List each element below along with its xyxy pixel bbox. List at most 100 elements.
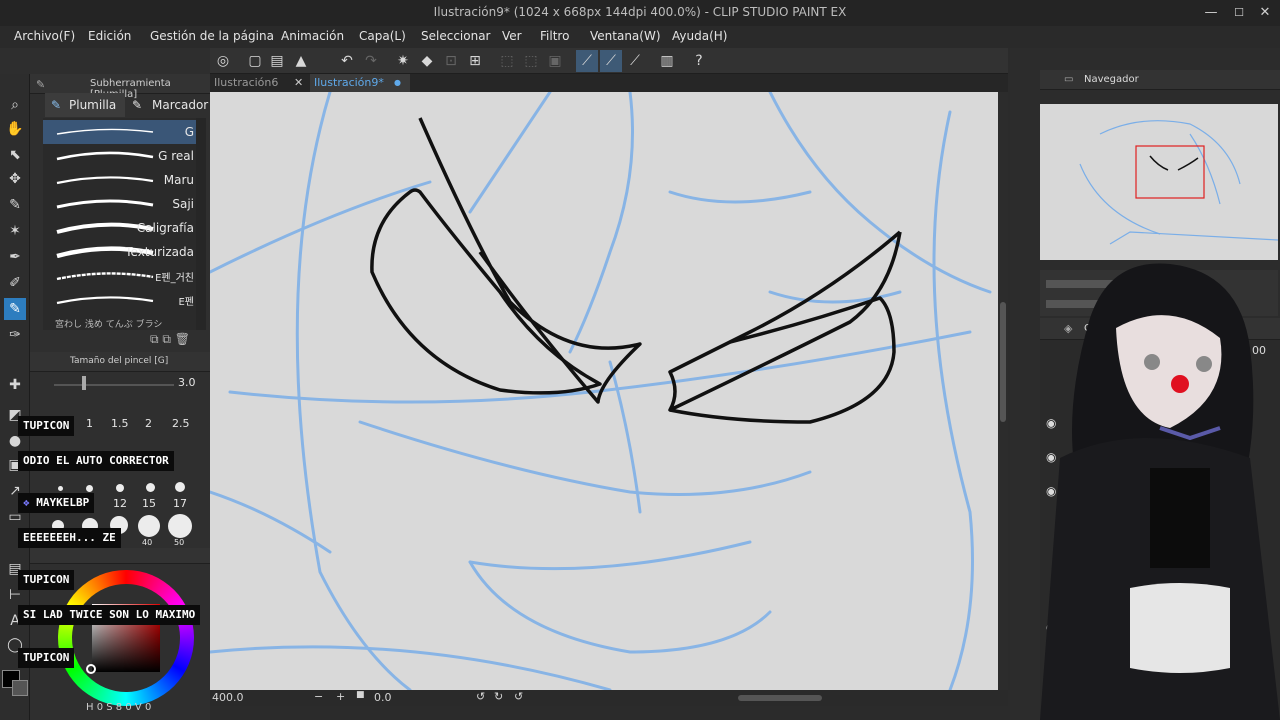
close-button[interactable]: ✕: [1254, 3, 1276, 23]
size-dot[interactable]: [86, 485, 93, 492]
size-dot[interactable]: [58, 486, 63, 491]
menu-filtro[interactable]: Filtro: [540, 29, 569, 43]
brush-list: G G real Maru Saji Caligrafía Texturizad…: [43, 118, 196, 330]
size-preset-40[interactable]: 40: [142, 538, 152, 547]
menu-seleccionar[interactable]: Seleccionar: [421, 29, 490, 43]
select-none-icon[interactable]: ⬚: [496, 50, 518, 72]
hand-icon[interactable]: ✋: [4, 118, 26, 140]
brush-list-actions[interactable]: ⧉ ⧉ 🗑: [150, 332, 190, 347]
menu-gestion-pagina[interactable]: Gestión de la página: [150, 29, 274, 43]
modified-dot-icon[interactable]: ●: [394, 74, 401, 92]
brush-icon[interactable]: ✑: [4, 324, 26, 346]
brush-item-texturizada[interactable]: Texturizada: [43, 240, 196, 264]
open-folder-icon[interactable]: ▤: [266, 50, 288, 72]
selection-border-icon[interactable]: ▣: [544, 50, 566, 72]
horizontal-scroll-thumb[interactable]: [738, 695, 822, 701]
clown-nose: [1171, 375, 1189, 393]
snap-ruler-icon[interactable]: ⟋: [576, 50, 598, 72]
menu-edicion[interactable]: Edición: [88, 29, 131, 43]
size-preset-2[interactable]: 2: [145, 417, 152, 430]
erase-icon[interactable]: ✷: [392, 50, 414, 72]
snap-special-ruler-icon[interactable]: ⟋: [600, 50, 622, 72]
maximize-button[interactable]: ☐: [1228, 3, 1250, 23]
rotate-left-icon[interactable]: ↺: [476, 690, 485, 703]
settings-icon[interactable]: ▥: [656, 50, 678, 72]
menu-ventana[interactable]: Ventana(W): [590, 29, 661, 43]
rotate-right-icon[interactable]: ↻: [494, 690, 503, 703]
clip-studio-icon[interactable]: ◎: [212, 50, 234, 72]
size-preset-50[interactable]: 50: [174, 538, 184, 547]
pen-active-icon[interactable]: ✎: [4, 298, 26, 320]
size-preset-15[interactable]: 15: [142, 497, 156, 510]
brush-stroke-preview: [56, 151, 154, 161]
menu-ayuda[interactable]: Ayuda(H): [672, 29, 727, 43]
menu-ver[interactable]: Ver: [502, 29, 522, 43]
color-wheel[interactable]: [58, 570, 194, 706]
snap-grid-icon[interactable]: ⟋: [624, 50, 646, 72]
tab-marcador[interactable]: ✎ Marcador: [126, 93, 208, 117]
brush-item-e-pen[interactable]: E펜: [43, 288, 196, 312]
zoom-out-icon[interactable]: −: [314, 690, 323, 703]
reset-rotation-icon[interactable]: ↺: [514, 690, 523, 703]
selection-pen-icon[interactable]: ✎: [4, 194, 26, 216]
brush-item-g[interactable]: G: [43, 120, 196, 144]
zoom-value[interactable]: 400.0: [212, 691, 244, 704]
eyedropper-icon[interactable]: ✒: [4, 246, 26, 268]
fill-icon[interactable]: ◆: [416, 50, 438, 72]
brush-item-e-pen-rough[interactable]: E펜_거친: [43, 264, 196, 288]
size-preset-1[interactable]: 1: [86, 417, 93, 430]
brush-item-japanese[interactable]: 宮わし 浅め てんぷ ブラシ: [43, 312, 196, 330]
brush-item-maru[interactable]: Maru: [43, 168, 196, 192]
canvas-vertical-scrollbar[interactable]: [998, 92, 1008, 690]
size-dot[interactable]: [168, 514, 192, 538]
size-preset-1-5[interactable]: 1.5: [111, 417, 129, 430]
size-preset-12[interactable]: 12: [113, 497, 127, 510]
save-icon[interactable]: ▲: [290, 50, 312, 72]
sub-color-swatch[interactable]: [12, 680, 28, 696]
operation-icon[interactable]: ⬉: [4, 144, 26, 166]
brush-item-saji[interactable]: Saji: [43, 192, 196, 216]
brush-size-slider-handle[interactable]: [82, 376, 86, 390]
transform-icon[interactable]: ⊞: [464, 50, 486, 72]
menu-animacion[interactable]: Animación: [281, 29, 344, 43]
close-icon[interactable]: ✕: [294, 74, 303, 92]
menu-archivo[interactable]: Archivo(F): [14, 29, 75, 43]
zoom-icon[interactable]: ⌕: [4, 94, 26, 116]
brush-list-scrollbar[interactable]: [196, 118, 206, 330]
undo-icon[interactable]: ↶: [336, 50, 358, 72]
canvas-artwork: [210, 92, 992, 690]
magic-wand-icon[interactable]: ✶: [4, 220, 26, 242]
decoration-icon[interactable]: ✚: [4, 374, 26, 396]
size-dot[interactable]: [175, 482, 185, 492]
size-dot[interactable]: [146, 483, 155, 492]
rotation-value[interactable]: 0.0: [374, 691, 392, 704]
brush-size-slider[interactable]: [54, 384, 174, 386]
new-file-icon[interactable]: ▢: [244, 50, 266, 72]
chat-avatar-icon: ❖: [23, 496, 37, 509]
move-icon[interactable]: ✥: [4, 168, 26, 190]
menu-capa[interactable]: Capa(L): [359, 29, 406, 43]
zoom-in-icon[interactable]: +: [336, 690, 345, 703]
size-preset-2-5[interactable]: 2.5: [172, 417, 190, 430]
redo-icon[interactable]: ↷: [360, 50, 382, 72]
pen-icon[interactable]: ✐: [4, 272, 26, 294]
help-icon[interactable]: ?: [688, 50, 710, 72]
stop-icon[interactable]: ■: [356, 690, 365, 700]
minimize-button[interactable]: —: [1200, 3, 1222, 23]
color-picker-handle[interactable]: [86, 664, 96, 674]
tab-ilustracion9[interactable]: Ilustración9* ●: [310, 74, 410, 92]
drawing-canvas[interactable]: [210, 92, 998, 690]
brush-size-value: 3.0: [178, 376, 196, 389]
tab-plumilla[interactable]: ✎ Plumilla: [45, 93, 125, 117]
brush-item-caligrafia[interactable]: Caligrafía: [43, 216, 196, 240]
invert-selection-icon[interactable]: ⬚: [520, 50, 542, 72]
convert-icon[interactable]: ⊡: [440, 50, 462, 72]
size-preset-17[interactable]: 17: [173, 497, 187, 510]
brush-item-g-real[interactable]: G real: [43, 144, 196, 168]
navigator-preview[interactable]: [1040, 104, 1278, 260]
vertical-scroll-thumb[interactable]: [1000, 302, 1006, 422]
color-panel-header: [30, 548, 210, 564]
tab-ilustracion6[interactable]: Ilustración6 ✕: [210, 74, 308, 92]
size-dot[interactable]: [138, 515, 160, 537]
size-dot[interactable]: [116, 484, 124, 492]
